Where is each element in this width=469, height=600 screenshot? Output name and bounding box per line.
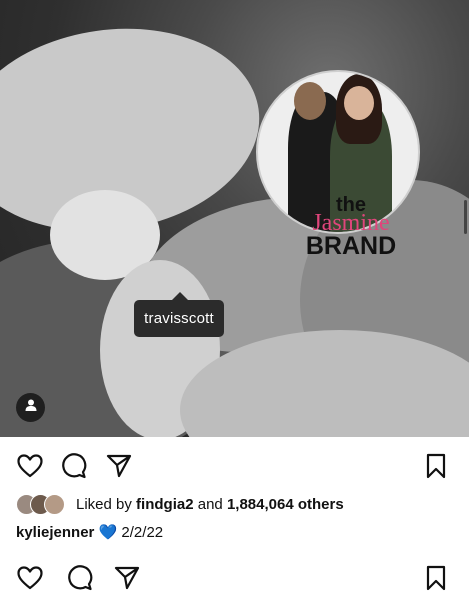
likes-count[interactable]: 1,884,064 others [227,496,344,513]
watermark-logo: the Jasmine BRAND [296,195,406,259]
share-icon[interactable] [113,564,141,592]
likes-prefix: Liked by [76,495,132,513]
action-bar [0,556,469,596]
person-icon [24,398,38,417]
avatar [44,494,65,515]
likes-joiner: and [197,495,223,513]
comment-icon[interactable] [60,452,88,480]
action-bar [0,444,469,484]
tagged-users-button[interactable] [16,393,45,422]
post-caption: kyliejenner 💙 2/2/22 [16,523,164,542]
comment-icon[interactable] [66,564,94,592]
likes-summary[interactable]: Liked by findgia2 and 1,884,064 others [16,493,344,515]
blue-heart-emoji: 💙 [98,524,118,541]
tagged-user-label[interactable]: travisscott [134,292,224,337]
liker-username[interactable]: findgia2 [136,496,194,513]
caption-text: 2/2/22 [121,523,164,541]
heart-icon[interactable] [16,564,44,592]
caption-username[interactable]: kyliejenner [16,524,94,541]
post-photo[interactable]: the Jasmine BRAND travisscott [0,0,469,437]
scrollbar[interactable] [464,200,467,234]
watermark-line3: BRAND [305,232,397,260]
heart-icon[interactable] [16,452,44,480]
bookmark-icon[interactable] [422,564,450,592]
liker-avatars [16,494,70,515]
bookmark-icon[interactable] [422,452,450,480]
share-icon[interactable] [105,452,133,480]
